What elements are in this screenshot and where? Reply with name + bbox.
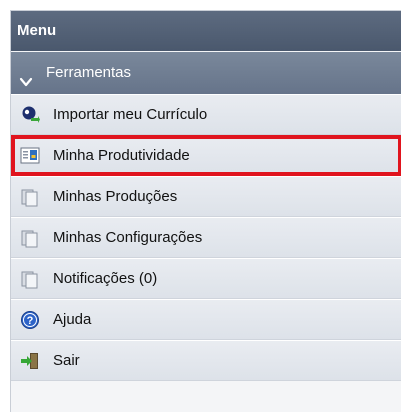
menu-item-label: Notificações (0) [53,270,158,287]
menu-panel: Menu Ferramentas Importar meu Currículo [10,10,401,412]
page: Menu Ferramentas Importar meu Currículo [0,0,401,412]
menu-item-ajuda[interactable]: ? Ajuda [11,299,401,340]
productivity-icon [19,146,41,166]
svg-text:?: ? [27,315,34,327]
documents-icon [19,187,41,207]
menu-list: Importar meu Currículo Minha Produtivida… [11,94,401,381]
documents-icon [19,269,41,289]
menu-item-label: Minha Produtividade [53,147,190,164]
menu-item-minhas-configuracoes[interactable]: Minhas Configurações [11,217,401,258]
menu-item-sair[interactable]: Sair [11,340,401,381]
menu-item-minhas-producoes[interactable]: Minhas Produções [11,176,401,217]
menu-item-label: Minhas Produções [53,188,178,205]
menu-item-label: Ajuda [53,311,92,328]
section-label: Ferramentas [46,64,132,81]
documents-icon [19,228,41,248]
menu-title: Menu [11,11,401,51]
section-ferramentas-toggle[interactable]: Ferramentas [11,52,401,94]
exit-icon [19,351,41,371]
chevron-down-icon [18,65,34,87]
help-icon: ? [19,310,41,330]
menu-item-label: Minhas Configurações [53,229,203,246]
menu-item-label: Sair [53,352,80,369]
menu-item-label: Importar meu Currículo [53,106,208,123]
import-cv-icon [19,105,41,125]
menu-item-minha-produtividade[interactable]: Minha Produtividade [11,135,401,176]
menu-item-importar-curriculo[interactable]: Importar meu Currículo [11,94,401,135]
menu-item-notificacoes[interactable]: Notificações (0) [11,258,401,299]
